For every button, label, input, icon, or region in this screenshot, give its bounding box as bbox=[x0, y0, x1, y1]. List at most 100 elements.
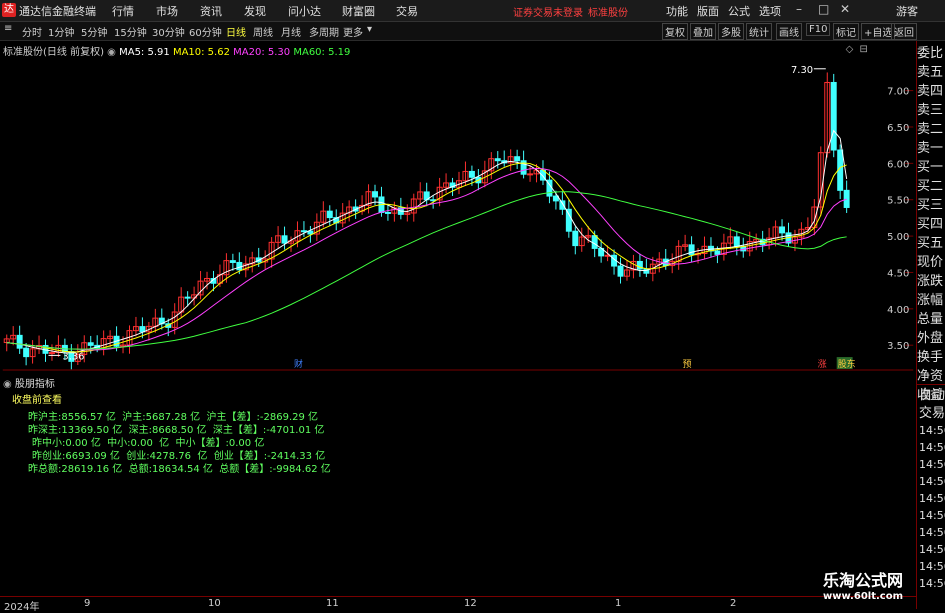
menu-market[interactable]: 行情 bbox=[112, 3, 134, 19]
tab-multi-period[interactable]: 多周期 bbox=[309, 24, 339, 39]
tick-time: 14:56 bbox=[919, 560, 945, 573]
auto-tab[interactable]: 自动 bbox=[919, 386, 945, 405]
back-button[interactable]: 返回 bbox=[891, 23, 917, 40]
menu-function[interactable]: 功能 bbox=[666, 3, 688, 19]
candle bbox=[617, 265, 624, 277]
multi-stock-button[interactable]: 多股 bbox=[718, 23, 744, 40]
overlay-button[interactable]: 叠加 bbox=[690, 23, 716, 40]
label-ask4: 卖四 bbox=[917, 84, 944, 99]
watermark-url: www.60lt.com bbox=[822, 591, 903, 602]
candle bbox=[229, 260, 236, 263]
label-bid1: 买一 bbox=[917, 160, 944, 175]
stats-button[interactable]: 统计 bbox=[746, 23, 772, 40]
x-tick-label: 9 bbox=[84, 598, 91, 609]
candle bbox=[565, 208, 572, 232]
tab-30min[interactable]: 30分钟 bbox=[152, 24, 185, 39]
candle bbox=[779, 226, 786, 234]
candle bbox=[733, 236, 740, 248]
menu-ask[interactable]: 问小达 bbox=[288, 3, 321, 19]
tab-15min[interactable]: 15分钟 bbox=[114, 24, 147, 39]
tab-daily[interactable]: 日线 bbox=[226, 24, 246, 39]
candle bbox=[372, 191, 378, 198]
app-logo-icon: 达 bbox=[2, 3, 16, 17]
candle bbox=[494, 158, 501, 162]
tab-intraday[interactable]: 分时 bbox=[22, 24, 42, 39]
stock-name: 标准股份 bbox=[588, 8, 628, 19]
y-tick-label: 3.50 bbox=[887, 341, 909, 352]
candle bbox=[184, 296, 191, 299]
close-icon[interactable]: ✕ bbox=[840, 2, 850, 16]
menu-bar: 达 通达信金融终端 行情 市场 资讯 发现 问小达 财富圈 交易 证券交易未登录… bbox=[0, 0, 945, 22]
divider bbox=[916, 384, 945, 385]
menu-exchange[interactable]: 市场 bbox=[156, 3, 178, 19]
label-volume: 总量 bbox=[917, 312, 944, 327]
y-tick-label: 4.00 bbox=[887, 305, 909, 316]
tab-monthly[interactable]: 月线 bbox=[281, 24, 301, 39]
tab-5min[interactable]: 5分钟 bbox=[81, 24, 107, 39]
label-weibi: 委比 bbox=[917, 46, 944, 61]
ma5-line bbox=[6, 129, 848, 354]
ma60-line bbox=[6, 191, 847, 350]
draw-line-button[interactable]: 画线 bbox=[776, 23, 802, 40]
label-ask1: 卖一 bbox=[917, 141, 944, 156]
maximize-icon[interactable]: □ bbox=[818, 2, 829, 16]
y-tick-label: 5.00 bbox=[887, 232, 909, 243]
candle bbox=[830, 81, 837, 151]
label-outer: 外盘 bbox=[917, 331, 944, 346]
menu-trade[interactable]: 交易 bbox=[396, 3, 418, 19]
event-marker: 股东 bbox=[838, 358, 856, 370]
candle bbox=[591, 235, 598, 249]
candle bbox=[468, 170, 475, 178]
period-toolbar: ≡ 分时 1分钟 5分钟 15分钟 30分钟 60分钟 日线 周线 月线 多周期… bbox=[0, 22, 945, 41]
candle bbox=[87, 342, 94, 346]
event-marker: 预 bbox=[683, 359, 692, 370]
label-bid2: 买二 bbox=[917, 179, 944, 194]
settings-icon[interactable]: ◉ bbox=[3, 379, 12, 390]
indicator-name: 股朋指标 bbox=[14, 379, 55, 390]
label-ask2: 卖二 bbox=[917, 122, 944, 137]
y-tick-label: 4.50 bbox=[887, 268, 909, 279]
minimize-icon[interactable]: – bbox=[796, 2, 802, 16]
login-status[interactable]: 证券交易未登录 bbox=[513, 4, 583, 19]
x-tick-label: 2 bbox=[730, 598, 737, 609]
tick-time: 14:56 bbox=[919, 424, 945, 437]
candlestick-chart[interactable]: 7.00 6.50 6.00 5.50 5.00 4.50 4.00 3.50 7.30 3.3… bbox=[0, 41, 916, 371]
label-ask3: 卖三 bbox=[917, 103, 944, 118]
menu-layout[interactable]: 版面 bbox=[697, 3, 719, 19]
x-tick-label: 1 bbox=[615, 598, 622, 609]
tab-weekly[interactable]: 周线 bbox=[253, 24, 273, 39]
menu-toggle-icon[interactable]: ≡ bbox=[4, 23, 12, 34]
label-bid5: 买五 bbox=[917, 236, 944, 251]
candle bbox=[281, 235, 288, 244]
chevron-down-icon[interactable]: ▾ bbox=[367, 24, 372, 35]
mark-button[interactable]: 标记 bbox=[833, 23, 859, 40]
label-ask5: 卖五 bbox=[917, 65, 944, 80]
tick-list: 14:56 14:56 14:56 14:56 14:56 14:56 14:5… bbox=[917, 424, 945, 594]
tab-more[interactable]: 更多 bbox=[343, 24, 363, 39]
menu-discover[interactable]: 发现 bbox=[244, 3, 266, 19]
f10-button[interactable]: F10 bbox=[806, 23, 831, 36]
guest-label[interactable]: 游客 bbox=[896, 3, 918, 19]
indicator-title[interactable]: ◉ 股朋指标 bbox=[3, 375, 55, 390]
trade-tab[interactable]: 交易 bbox=[919, 404, 945, 423]
tick-time: 14:56 bbox=[919, 509, 945, 522]
adjust-button[interactable]: 复权 bbox=[662, 23, 688, 40]
candle bbox=[527, 173, 534, 176]
tick-time: 14:56 bbox=[919, 492, 945, 505]
indicator-subtitle: 收盘前查看 bbox=[12, 395, 62, 406]
candle bbox=[384, 211, 391, 214]
x-tick-label: 11 bbox=[326, 598, 339, 609]
menu-news[interactable]: 资讯 bbox=[200, 3, 222, 19]
candle bbox=[307, 230, 314, 235]
x-tick-label: 10 bbox=[208, 598, 221, 609]
tab-1min[interactable]: 1分钟 bbox=[48, 24, 74, 39]
menu-formula[interactable]: 公式 bbox=[728, 3, 750, 19]
tab-60min[interactable]: 60分钟 bbox=[189, 24, 222, 39]
menu-wealth[interactable]: 财富圈 bbox=[342, 3, 375, 19]
menu-options[interactable]: 选项 bbox=[759, 3, 781, 19]
x-tick-label: 12 bbox=[464, 598, 477, 609]
candle bbox=[714, 250, 721, 255]
label-bid3: 买三 bbox=[917, 198, 944, 213]
candle bbox=[559, 200, 566, 210]
label-change: 涨跌 bbox=[917, 274, 944, 289]
